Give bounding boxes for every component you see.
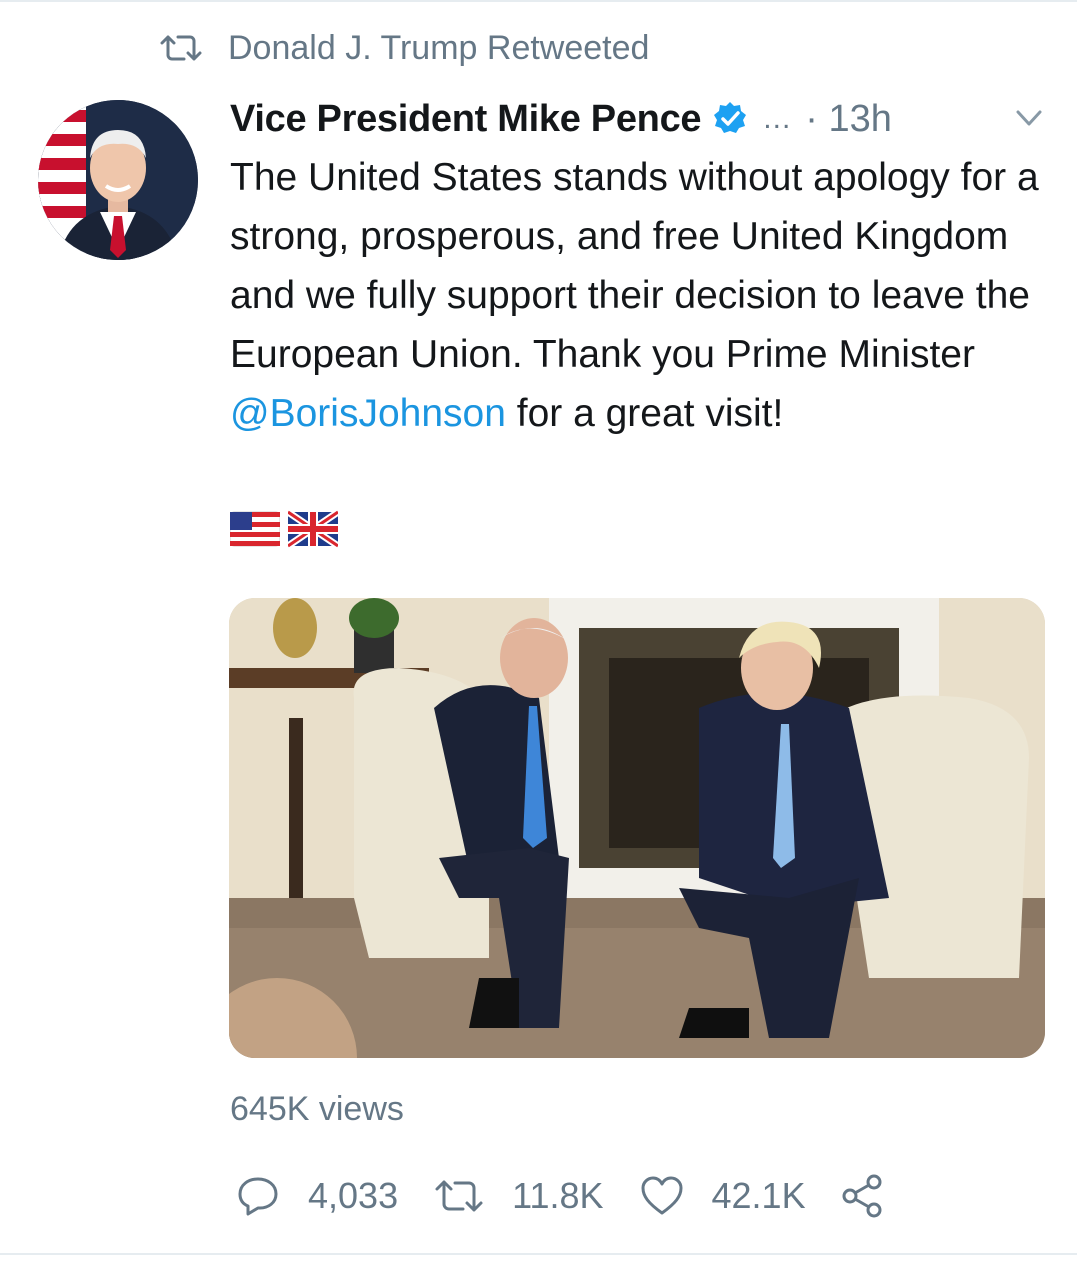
avatar[interactable] xyxy=(38,100,198,260)
retweet-icon xyxy=(435,1180,483,1212)
flag-emoji-row xyxy=(230,510,338,548)
reply-count: 4,033 xyxy=(308,1175,399,1216)
retweet-count: 11.8K xyxy=(512,1175,604,1216)
handle-truncated: ... xyxy=(763,102,792,135)
retweeted-by-banner[interactable]: Donald J. Trump Retweeted xyxy=(160,28,649,68)
like-button[interactable]: 42.1K xyxy=(640,1174,806,1218)
display-name[interactable]: Vice President Mike Pence xyxy=(230,98,702,141)
retweet-button[interactable]: 11.8K xyxy=(434,1175,604,1217)
chevron-down-icon[interactable] xyxy=(1014,106,1044,130)
mention-link[interactable]: @BorisJohnson xyxy=(230,392,506,435)
heart-icon xyxy=(641,1176,682,1215)
retweeted-by-text: Donald J. Trump Retweeted xyxy=(228,28,650,67)
share-button[interactable] xyxy=(840,1173,886,1219)
share-icon xyxy=(842,1174,882,1218)
like-count: 42.1K xyxy=(711,1175,806,1216)
us-flag-emoji xyxy=(230,511,280,547)
tweet-actions: 4,033 11.8K 42.1K xyxy=(236,1170,886,1222)
retweet-icon xyxy=(160,35,202,61)
bottom-divider xyxy=(0,1253,1077,1255)
reply-button[interactable]: 4,033 xyxy=(236,1174,398,1218)
top-divider xyxy=(0,0,1077,2)
timestamp[interactable]: · 13h xyxy=(805,98,892,141)
view-count: 645K views xyxy=(230,1090,404,1128)
verified-badge-icon xyxy=(714,102,747,133)
reply-icon xyxy=(238,1177,278,1216)
uk-flag-emoji xyxy=(288,510,338,548)
video-thumbnail[interactable] xyxy=(229,598,1045,1058)
tweet-text: The United States stands without apology… xyxy=(230,156,1039,435)
tweet-header: Vice President Mike Pence ... · 13h xyxy=(230,92,1050,146)
